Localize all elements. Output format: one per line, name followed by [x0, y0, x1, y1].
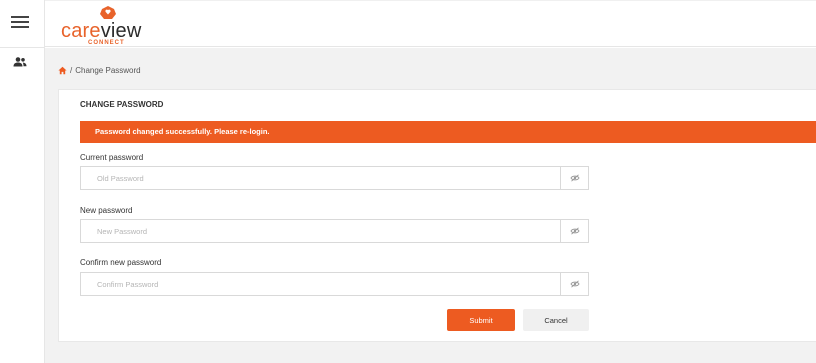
- sidebar: [0, 0, 45, 363]
- breadcrumb-separator: /: [70, 66, 73, 75]
- logo-care-text: care: [61, 20, 101, 42]
- app-header: careview CONNECT: [45, 0, 816, 47]
- current-password-label: Current password: [80, 153, 144, 162]
- current-password-group: [80, 166, 589, 190]
- cancel-button[interactable]: Cancel: [523, 309, 589, 331]
- confirm-password-input[interactable]: [81, 273, 560, 295]
- eye-slash-icon: [569, 227, 580, 235]
- logo-mark-icon: [100, 6, 116, 19]
- success-alert: Password changed successfully. Please re…: [80, 121, 816, 143]
- current-password-input[interactable]: [81, 167, 560, 189]
- card-title: CHANGE PASSWORD: [80, 100, 164, 109]
- hamburger-menu-icon[interactable]: [11, 16, 29, 30]
- logo-wordmark: careview: [61, 21, 142, 41]
- change-password-card: CHANGE PASSWORD Password changed success…: [58, 89, 816, 342]
- new-password-group: [80, 219, 589, 243]
- breadcrumb-current: Change Password: [75, 66, 141, 75]
- careview-logo[interactable]: careview CONNECT: [61, 5, 166, 47]
- eye-slash-icon: [569, 280, 580, 288]
- toggle-visibility-button[interactable]: [560, 220, 588, 242]
- confirm-password-group: [80, 272, 589, 296]
- main-content: / Change Password CHANGE PASSWORD Passwo…: [45, 48, 816, 363]
- eye-slash-icon: [569, 174, 580, 182]
- new-password-label: New password: [80, 206, 133, 215]
- sidebar-divider: [0, 47, 44, 48]
- breadcrumb: / Change Password: [58, 66, 141, 75]
- logo-view-text: view: [100, 20, 142, 42]
- new-password-input[interactable]: [81, 220, 560, 242]
- submit-button[interactable]: Submit: [447, 309, 515, 331]
- toggle-visibility-button[interactable]: [560, 167, 588, 189]
- users-icon[interactable]: [12, 56, 28, 68]
- confirm-password-label: Confirm new password: [80, 258, 162, 267]
- toggle-visibility-button[interactable]: [560, 273, 588, 295]
- logo-tagline: CONNECT: [88, 40, 125, 46]
- home-icon[interactable]: [58, 66, 67, 75]
